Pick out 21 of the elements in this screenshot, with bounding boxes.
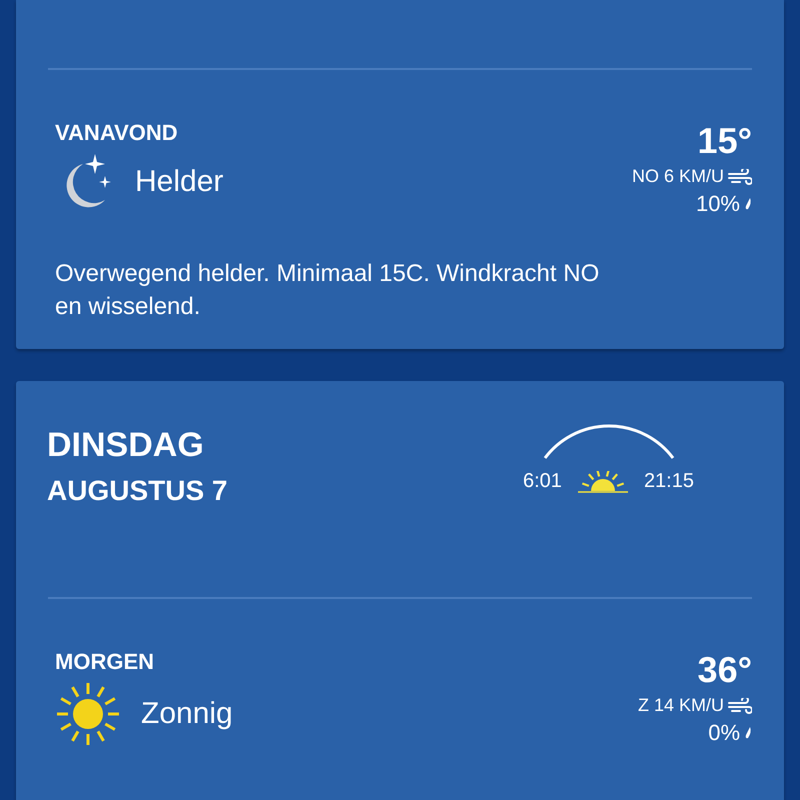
sun-icon [55,681,121,747]
wind-speed: Z 14 KM/U [638,695,724,716]
raindrop-icon [744,197,752,211]
period-label: MORGEN [55,649,155,675]
temperature: 15° [698,120,752,162]
sunset-time: 21:15 [644,470,694,493]
condition-label: Zonnig [141,697,233,731]
wind-icon [728,168,752,184]
rain-chance: 0% [708,720,740,746]
period-label: VANAVOND [55,120,179,146]
wind-speed: NO 6 KM/U [632,166,724,187]
raindrop-icon [744,726,752,740]
day-title: DINSDAG [47,426,205,465]
temperature: 36° [698,649,752,691]
date-label: AUGUSTUS 7 [47,475,228,507]
forecast-description: Overwegend helder. Minimaal 15C. Windkracht NO en wisselend. [55,259,600,322]
sunrise-icon [576,471,630,493]
rain-chance: 10% [696,191,740,217]
wind-icon [728,698,752,714]
sunrise-time: 6:01 [523,470,562,493]
condition-label: Helder [135,165,224,199]
